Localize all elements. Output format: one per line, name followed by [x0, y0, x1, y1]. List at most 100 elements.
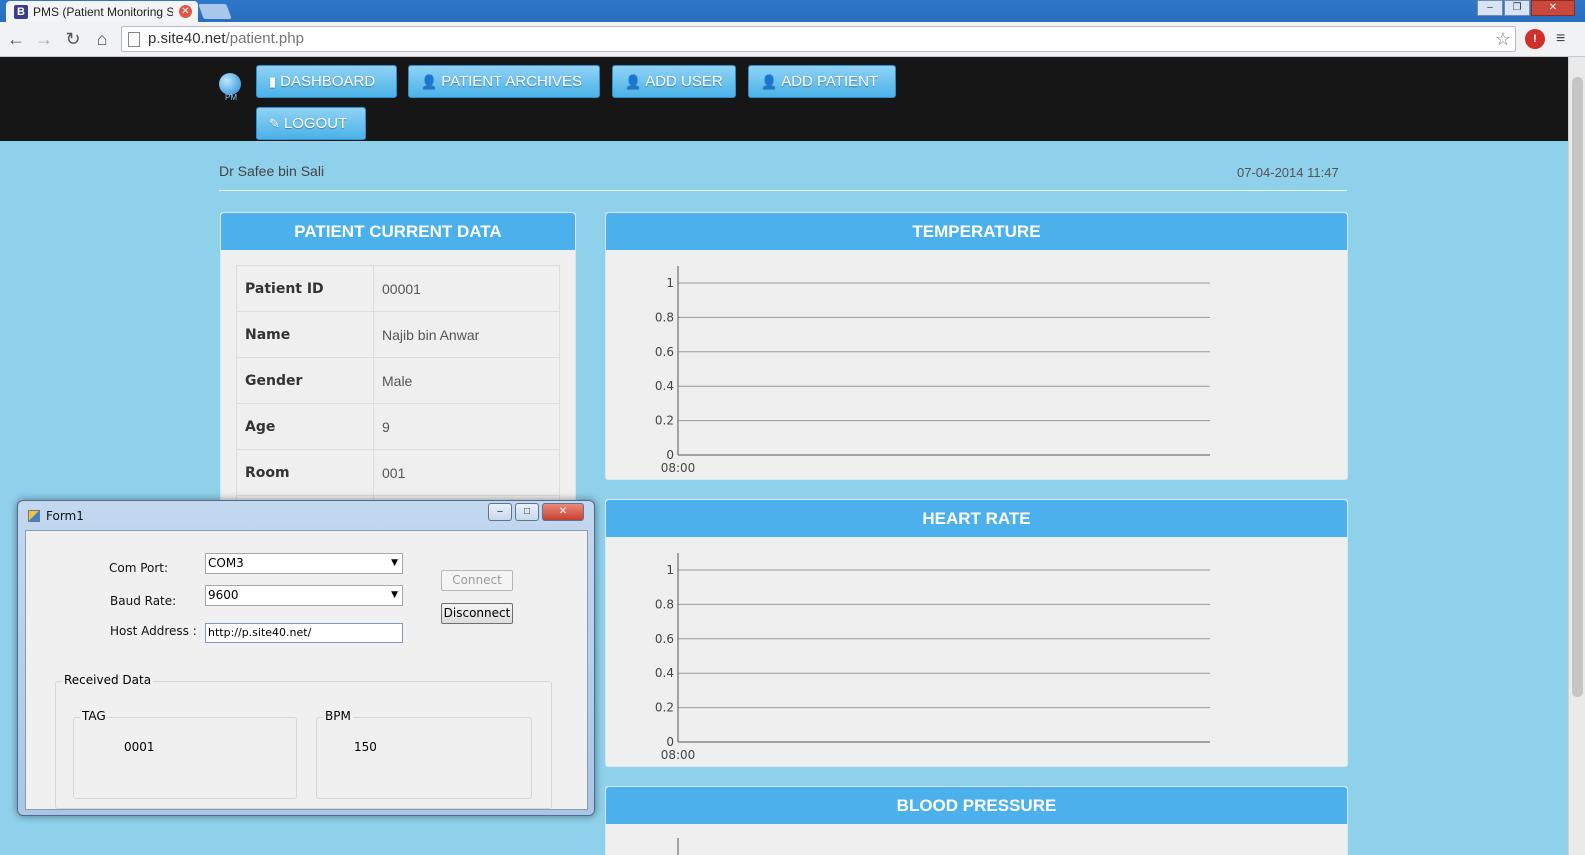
com-port-label: Com Port: [109, 561, 169, 575]
form-close-button[interactable]: ✕ [542, 503, 584, 521]
doctor-name: Dr Safee bin Sali [219, 163, 325, 179]
baud-rate-value: 9600 [208, 588, 239, 602]
row-key: Age [236, 403, 374, 450]
user-icon: 👤 [625, 73, 642, 89]
row-value: Najib bin Anwar [373, 311, 560, 358]
site-logo[interactable]: PM [219, 73, 243, 103]
logo-text: PM [225, 93, 237, 102]
x-tick-label: 08:00 [661, 461, 696, 475]
bookmark-star-icon[interactable]: ☆ [1495, 27, 1511, 51]
y-tick-label: 0.2 [655, 414, 674, 428]
add-user-button[interactable]: 👤 ADD USER [612, 65, 736, 98]
table-row: Patient ID 00001 [236, 265, 560, 312]
home-icon[interactable]: ⌂ [91, 29, 113, 50]
browser-tab[interactable]: B PMS (Patient Monitoring S ✕ [6, 1, 198, 22]
temperature-panel: TEMPERATURE 0 0.2 0.4 0.6 0.8 1 08:00 [605, 212, 1348, 480]
baud-rate-select[interactable]: 9600 ▼ [205, 585, 403, 606]
received-data-group: Received Data TAG 0001 BPM 150 [55, 673, 552, 809]
table-row: Age 9 [236, 403, 560, 450]
tab-title: PMS (Patient Monitoring S [33, 4, 173, 19]
tab-close-icon[interactable]: ✕ [179, 5, 192, 18]
received-data-legend: Received Data [62, 673, 154, 687]
restore-window-button[interactable]: ❐ [1504, 0, 1530, 16]
blood-pressure-panel: BLOOD PRESSURE [605, 786, 1348, 855]
add-patient-button[interactable]: 👤 ADD PATIENT [748, 65, 896, 98]
row-key: Name [236, 311, 374, 358]
y-tick-label: 1 [666, 563, 674, 577]
pencil-icon: ✎ [269, 115, 280, 131]
form-title: Form1 [46, 509, 84, 523]
new-tab-button[interactable] [198, 4, 232, 19]
temperature-chart: 0 0.2 0.4 0.6 0.8 1 08:00 [655, 266, 1210, 475]
y-tick-label: 0.2 [655, 701, 674, 715]
table-row: Gender Male [236, 357, 560, 404]
x-tick-label: 08:00 [661, 748, 696, 762]
form-minimize-button[interactable]: – [488, 503, 512, 521]
com-port-value: COM3 [208, 556, 244, 570]
table-row: Room 001 [236, 449, 560, 496]
scrollbar-thumb[interactable] [1572, 77, 1583, 697]
minimize-window-button[interactable]: – [1477, 0, 1503, 16]
page-scrollbar[interactable] [1568, 57, 1585, 855]
add-user-label: ADD USER [645, 73, 723, 90]
dropdown-arrow-icon: ▼ [391, 590, 398, 600]
user-icon: 👤 [761, 73, 778, 89]
url-path: /patient.php [225, 30, 304, 47]
connect-button[interactable]: Connect [441, 570, 513, 591]
dropdown-arrow-icon: ▼ [391, 558, 398, 568]
row-value: Male [373, 357, 560, 404]
host-address-input[interactable]: http://p.site40.net/ [205, 623, 403, 643]
address-bar[interactable]: p.site40.net/patient.php ☆ [121, 26, 1516, 52]
tag-group: TAG 0001 [73, 709, 297, 799]
reload-icon[interactable]: ↻ [62, 29, 84, 50]
com-port-select[interactable]: COM3 ▼ [205, 553, 403, 574]
row-value: 9 [373, 403, 560, 450]
browser-toolbar: ← → ↻ ⌂ p.site40.net/patient.php ☆ ! ≡ [0, 22, 1585, 57]
heart-rate-panel: HEART RATE 0 0.2 0.4 0.6 0.8 1 08:00 [605, 499, 1348, 767]
form-maximize-button[interactable]: □ [515, 503, 539, 521]
panel-title: PATIENT CURRENT DATA [221, 213, 575, 250]
y-tick-label: 0 [666, 735, 674, 749]
page-icon [128, 32, 140, 47]
user-icon: 👤 [421, 73, 438, 89]
url-host: p.site40.net [148, 30, 226, 47]
patient-archives-label: PATIENT ARCHIVES [441, 73, 583, 90]
panel-title: TEMPERATURE [606, 213, 1347, 250]
logo-globe-icon [219, 73, 241, 95]
browser-menu-icon[interactable]: ≡ [1556, 30, 1565, 48]
y-tick-label: 0.6 [655, 345, 674, 359]
tag-value: 0001 [124, 740, 155, 754]
row-value: 001 [373, 449, 560, 496]
y-tick-label: 0.6 [655, 632, 674, 646]
patient-archives-button[interactable]: 👤 PATIENT ARCHIVES [408, 65, 600, 98]
bpm-value: 150 [354, 740, 377, 754]
dashboard-button[interactable]: ▮ DASHBOARD [256, 65, 397, 98]
form1-window: Form1 – □ ✕ Com Port: COM3 ▼ Baud Rate: … [17, 500, 595, 816]
forward-arrow-icon[interactable]: → [33, 29, 55, 50]
extension-icon[interactable]: ! [1525, 29, 1545, 49]
back-arrow-icon[interactable]: ← [5, 29, 27, 50]
y-tick-label: 0 [666, 448, 674, 462]
blood-pressure-chart [677, 838, 679, 855]
disconnect-button[interactable]: Disconnect [441, 603, 513, 624]
row-value: 00001 [373, 265, 560, 312]
bpm-legend: BPM [323, 709, 353, 723]
y-tick-label: 1 [666, 276, 674, 290]
y-tick-label: 0.4 [655, 379, 674, 393]
row-key: Room [236, 449, 374, 496]
site-favicon-icon: B [14, 4, 28, 19]
y-tick-label: 0.4 [655, 666, 674, 680]
browser-titlebar: B PMS (Patient Monitoring S ✕ – ❐ ✕ [0, 0, 1585, 22]
heart-rate-chart: 0 0.2 0.4 0.6 0.8 1 08:00 [655, 553, 1210, 762]
table-row: Name Najib bin Anwar [236, 311, 560, 358]
bar-chart-icon: ▮ [269, 73, 277, 89]
bpm-group: BPM 150 [316, 709, 532, 799]
row-key: Patient ID [236, 265, 374, 312]
form-app-icon [28, 510, 40, 522]
baud-rate-label: Baud Rate: [110, 594, 177, 608]
host-address-label: Host Address : [110, 624, 197, 638]
logout-button[interactable]: ✎ LOGOUT [256, 107, 366, 140]
close-window-button[interactable]: ✕ [1531, 0, 1575, 16]
tag-legend: TAG [80, 709, 108, 723]
y-tick-label: 0.8 [655, 310, 674, 324]
